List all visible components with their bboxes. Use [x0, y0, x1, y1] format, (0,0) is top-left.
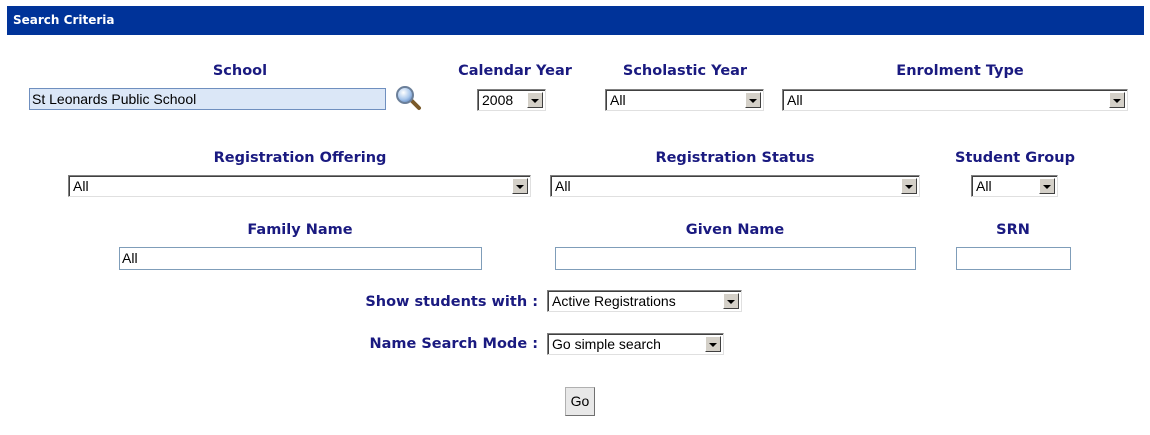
- enrolment-type-value: All: [787, 92, 803, 108]
- search-criteria-header: Search Criteria: [7, 6, 1144, 35]
- enrolment-type-select[interactable]: All: [782, 89, 1128, 111]
- chevron-down-icon[interactable]: [1039, 178, 1055, 194]
- name-search-mode-value: Go simple search: [552, 336, 661, 352]
- student-group-select[interactable]: All: [971, 175, 1058, 197]
- registration-offering-value: All: [73, 178, 89, 194]
- family-name-field[interactable]: All: [119, 247, 482, 270]
- show-students-with-select[interactable]: Active Registrations: [547, 290, 742, 312]
- chevron-down-icon[interactable]: [527, 92, 543, 108]
- go-button[interactable]: Go: [565, 387, 595, 416]
- scholastic-year-label: Scholastic Year: [622, 63, 748, 79]
- name-search-mode-select[interactable]: Go simple search: [547, 333, 724, 355]
- calendar-year-value: 2008: [482, 92, 514, 108]
- chevron-down-icon[interactable]: [901, 178, 917, 194]
- calendar-year-select[interactable]: 2008: [477, 89, 546, 111]
- scholastic-year-value: All: [610, 92, 626, 108]
- srn-label: SRN: [996, 222, 1030, 238]
- registration-status-select[interactable]: All: [550, 175, 920, 197]
- student-group-value: All: [976, 178, 992, 194]
- student-group-label: Student Group: [955, 150, 1075, 166]
- registration-offering-label: Registration Offering: [213, 150, 387, 166]
- calendar-year-label: Calendar Year: [458, 63, 572, 79]
- scholastic-year-select[interactable]: All: [605, 89, 764, 111]
- chevron-down-icon[interactable]: [705, 336, 721, 352]
- show-students-with-label: Show students with :: [365, 294, 538, 310]
- school-field[interactable]: St Leonards Public School: [29, 88, 386, 110]
- magnifier-icon[interactable]: [394, 85, 424, 111]
- school-label: School: [212, 63, 268, 79]
- chevron-down-icon[interactable]: [745, 92, 761, 108]
- chevron-down-icon[interactable]: [512, 178, 528, 194]
- registration-offering-select[interactable]: All: [68, 175, 531, 197]
- srn-field[interactable]: [956, 247, 1071, 270]
- chevron-down-icon[interactable]: [723, 293, 739, 309]
- given-name-field[interactable]: [555, 247, 916, 270]
- registration-status-label: Registration Status: [655, 150, 815, 166]
- given-name-label: Given Name: [685, 222, 785, 238]
- name-search-mode-label: Name Search Mode :: [369, 336, 538, 352]
- chevron-down-icon[interactable]: [1109, 92, 1125, 108]
- family-name-label: Family Name: [247, 222, 353, 238]
- show-students-with-value: Active Registrations: [552, 293, 676, 309]
- registration-status-value: All: [555, 178, 571, 194]
- enrolment-type-label: Enrolment Type: [896, 63, 1024, 79]
- search-criteria-title: Search Criteria: [13, 13, 115, 27]
